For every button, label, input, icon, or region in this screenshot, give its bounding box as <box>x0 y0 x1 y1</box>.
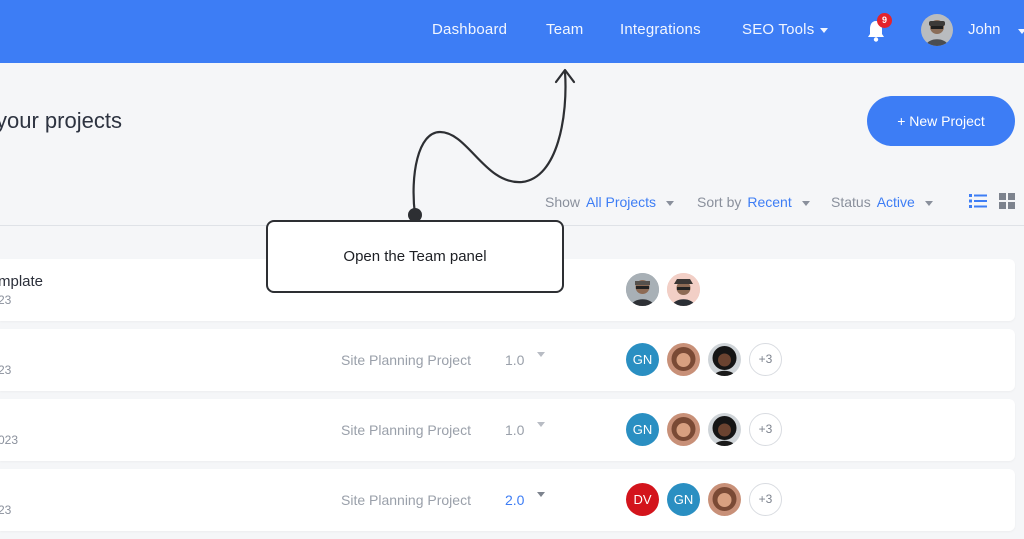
member-avatar[interactable] <box>708 413 741 446</box>
more-members-button[interactable]: +3 <box>749 413 782 446</box>
callout-arrow <box>408 68 576 222</box>
member-avatar[interactable] <box>667 273 700 306</box>
project-date: 023 <box>0 433 19 447</box>
chevron-down-icon <box>666 200 675 206</box>
project-row[interactable]: 23 Site Planning Project 2.0 DV GN +3 <box>0 469 1015 531</box>
top-navbar: Dashboard Team Integrations SEO Tools 9 … <box>0 0 1024 63</box>
user-name[interactable]: John <box>968 21 1001 38</box>
chevron-down-icon[interactable] <box>1018 29 1024 34</box>
nav-seo-tools[interactable]: SEO Tools <box>742 21 829 38</box>
chevron-down-icon[interactable] <box>537 422 545 427</box>
new-project-button[interactable]: + New Project <box>867 96 1015 146</box>
project-date: 23 <box>0 293 12 307</box>
project-name: mplate <box>0 273 44 290</box>
nav-team[interactable]: Team <box>546 21 583 38</box>
callout-text: Open the Team panel <box>343 248 487 265</box>
project-type: Site Planning Project <box>341 422 471 438</box>
member-avatar[interactable] <box>708 483 741 516</box>
sort-filter-label: Sort by <box>697 194 742 210</box>
chevron-down-icon[interactable] <box>537 352 545 357</box>
project-date: 23 <box>0 503 12 517</box>
project-version[interactable]: 2.0 <box>505 492 524 508</box>
member-avatar[interactable] <box>667 413 700 446</box>
more-members-button[interactable]: +3 <box>749 343 782 376</box>
more-members-button[interactable]: +3 <box>749 483 782 516</box>
chevron-down-icon <box>801 200 810 206</box>
chevron-down-icon <box>820 27 829 33</box>
sort-filter-value: Recent <box>747 194 792 210</box>
user-avatar[interactable] <box>921 14 953 46</box>
member-avatar[interactable]: GN <box>626 413 659 446</box>
project-version[interactable]: 1.0 <box>505 352 524 368</box>
chevron-down-icon <box>924 200 933 206</box>
nav-integrations[interactable]: Integrations <box>620 21 701 38</box>
status-filter-label: Status <box>831 194 871 210</box>
status-filter[interactable]: Status Active <box>831 194 933 210</box>
member-avatar[interactable] <box>626 273 659 306</box>
show-filter-value: All Projects <box>586 194 657 210</box>
member-avatar[interactable]: GN <box>667 483 700 516</box>
project-type: Site Planning Project <box>341 352 471 368</box>
member-avatar[interactable]: GN <box>626 343 659 376</box>
member-avatar[interactable] <box>667 343 700 376</box>
project-version[interactable]: 1.0 <box>505 422 524 438</box>
grid-view-icon[interactable] <box>998 193 1016 209</box>
notification-badge: 9 <box>877 13 892 28</box>
callout-box: Open the Team panel <box>266 220 564 293</box>
project-date: 23 <box>0 363 12 377</box>
sort-filter[interactable]: Sort by Recent <box>697 194 810 210</box>
member-avatar[interactable]: DV <box>626 483 659 516</box>
page-title: your projects <box>0 108 122 133</box>
nav-dashboard[interactable]: Dashboard <box>432 21 507 38</box>
project-row[interactable]: 23 Site Planning Project 1.0 GN +3 <box>0 329 1015 391</box>
project-type: Site Planning Project <box>341 492 471 508</box>
nav-seo-tools-label: SEO Tools <box>742 21 815 38</box>
list-view-icon[interactable] <box>969 193 987 209</box>
chevron-down-icon[interactable] <box>537 492 545 497</box>
status-filter-value: Active <box>876 194 915 210</box>
project-row[interactable]: 023 Site Planning Project 1.0 GN +3 <box>0 399 1015 461</box>
member-avatar[interactable] <box>708 343 741 376</box>
